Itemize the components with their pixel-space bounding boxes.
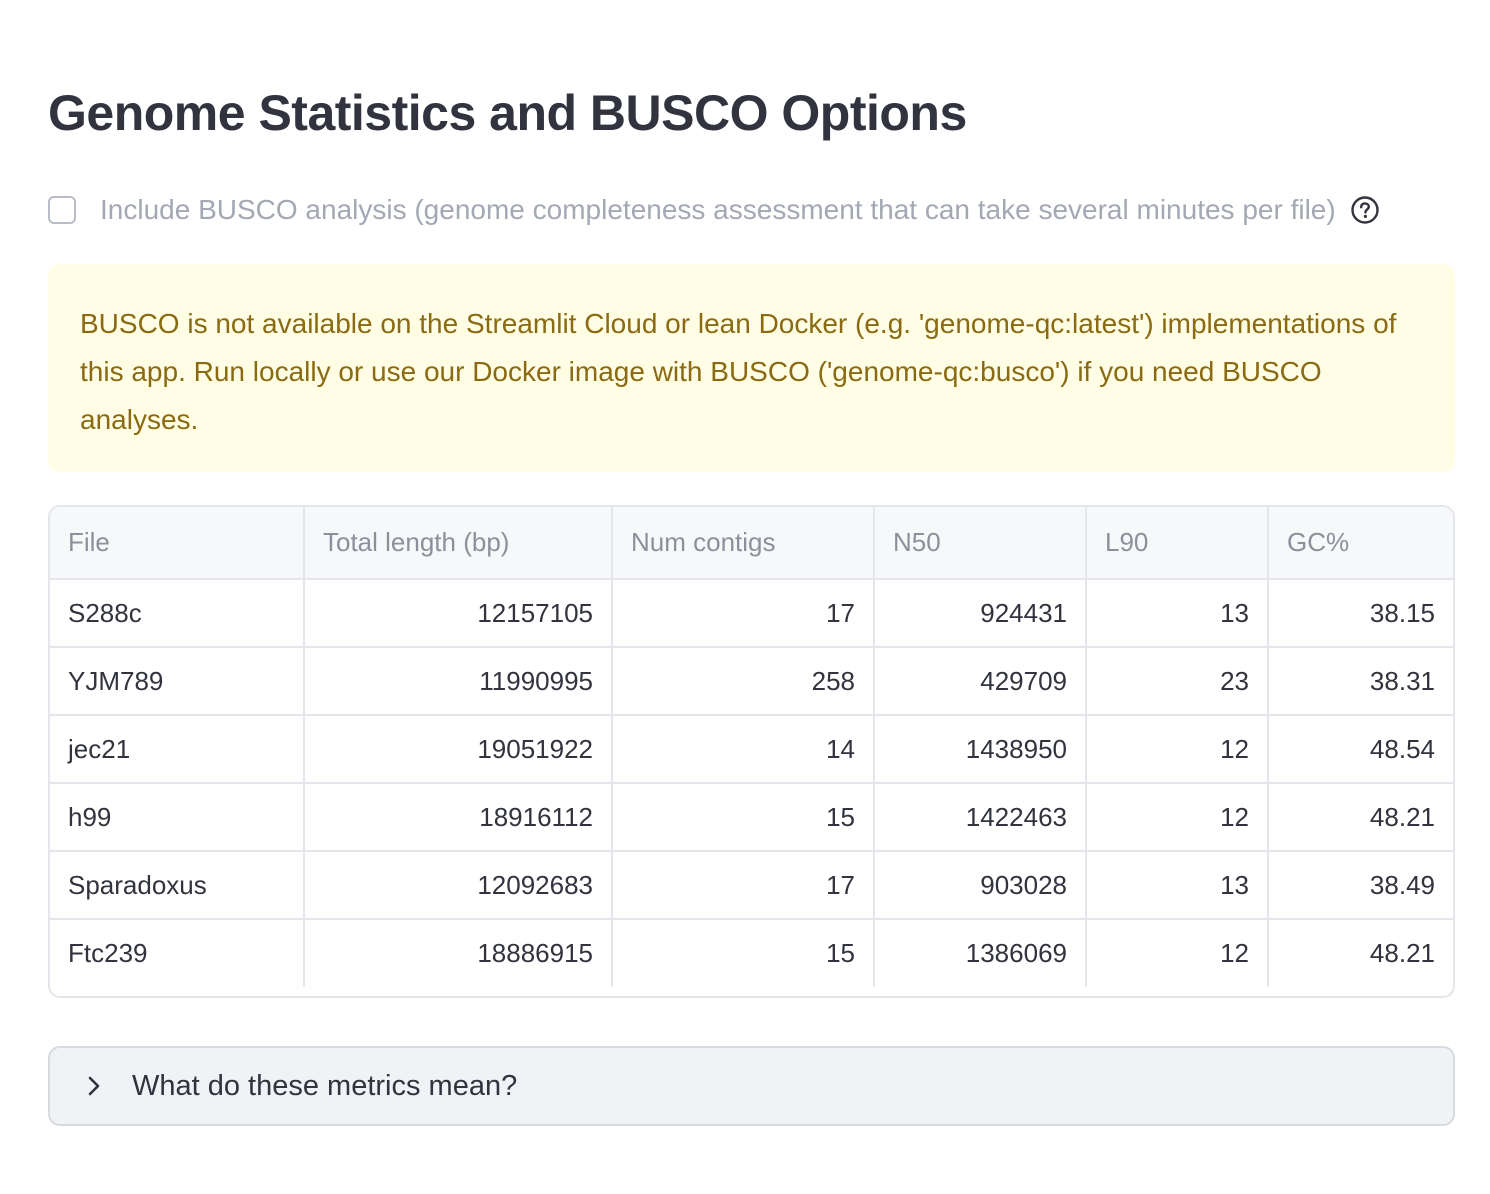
column-header-file[interactable]: File — [50, 507, 305, 580]
cell-gc[interactable]: 38.49 — [1268, 851, 1453, 920]
table-row: Ftc239 18886915 15 1386069 12 48.21 — [50, 919, 1453, 987]
cell-l90[interactable]: 12 — [1086, 715, 1269, 784]
busco-checkbox-label[interactable]: Include BUSCO analysis (genome completen… — [100, 194, 1336, 226]
cell-gc[interactable]: 48.21 — [1268, 919, 1453, 987]
cell-n50[interactable]: 903028 — [874, 851, 1087, 920]
cell-num-contigs[interactable]: 15 — [612, 919, 875, 987]
question-circle-icon[interactable] — [1350, 195, 1380, 225]
cell-l90[interactable]: 23 — [1086, 647, 1269, 716]
cell-file[interactable]: S288c — [50, 579, 305, 648]
busco-checkbox-row[interactable]: Include BUSCO analysis (genome completen… — [48, 188, 1380, 232]
table-row: S288c 12157105 17 924431 13 38.15 — [50, 579, 1453, 648]
cell-file[interactable]: Sparadoxus — [50, 851, 305, 920]
cell-n50[interactable]: 1386069 — [874, 919, 1087, 987]
page-title: Genome Statistics and BUSCO Options — [48, 85, 967, 141]
cell-file[interactable]: YJM789 — [50, 647, 305, 716]
cell-total-length[interactable]: 12157105 — [304, 579, 613, 648]
busco-warning-alert: BUSCO is not available on the Streamlit … — [48, 264, 1455, 472]
cell-gc[interactable]: 48.21 — [1268, 783, 1453, 852]
table-row: h99 18916112 15 1422463 12 48.21 — [50, 783, 1453, 852]
cell-num-contigs[interactable]: 15 — [612, 783, 875, 852]
metrics-help-expander[interactable]: What do these metrics mean? — [48, 1046, 1455, 1126]
chevron-right-icon — [84, 1074, 104, 1098]
cell-gc[interactable]: 48.54 — [1268, 715, 1453, 784]
expander-label: What do these metrics mean? — [132, 1069, 518, 1102]
table-row: Sparadoxus 12092683 17 903028 13 38.49 — [50, 851, 1453, 920]
cell-num-contigs[interactable]: 258 — [612, 647, 875, 716]
cell-num-contigs[interactable]: 14 — [612, 715, 875, 784]
cell-n50[interactable]: 924431 — [874, 579, 1087, 648]
column-header-l90[interactable]: L90 — [1086, 507, 1269, 580]
cell-total-length[interactable]: 11990995 — [304, 647, 613, 716]
column-header-total-length[interactable]: Total length (bp) — [304, 507, 613, 580]
genome-stats-table[interactable]: File Total length (bp) Num contigs N50 L… — [48, 505, 1455, 998]
cell-l90[interactable]: 12 — [1086, 783, 1269, 852]
cell-total-length[interactable]: 19051922 — [304, 715, 613, 784]
column-header-gc[interactable]: GC% — [1268, 507, 1453, 580]
cell-n50[interactable]: 429709 — [874, 647, 1087, 716]
cell-n50[interactable]: 1422463 — [874, 783, 1087, 852]
column-header-num-contigs[interactable]: Num contigs — [612, 507, 875, 580]
cell-gc[interactable]: 38.15 — [1268, 579, 1453, 648]
cell-total-length[interactable]: 12092683 — [304, 851, 613, 920]
busco-checkbox[interactable] — [48, 196, 76, 224]
cell-gc[interactable]: 38.31 — [1268, 647, 1453, 716]
column-header-n50[interactable]: N50 — [874, 507, 1087, 580]
table-row: jec21 19051922 14 1438950 12 48.54 — [50, 715, 1453, 784]
cell-l90[interactable]: 12 — [1086, 919, 1269, 987]
cell-l90[interactable]: 13 — [1086, 579, 1269, 648]
cell-total-length[interactable]: 18916112 — [304, 783, 613, 852]
cell-file[interactable]: h99 — [50, 783, 305, 852]
cell-n50[interactable]: 1438950 — [874, 715, 1087, 784]
cell-total-length[interactable]: 18886915 — [304, 919, 613, 987]
cell-num-contigs[interactable]: 17 — [612, 851, 875, 920]
cell-num-contigs[interactable]: 17 — [612, 579, 875, 648]
cell-l90[interactable]: 13 — [1086, 851, 1269, 920]
cell-file[interactable]: jec21 — [50, 715, 305, 784]
table-row: YJM789 11990995 258 429709 23 38.31 — [50, 647, 1453, 716]
cell-file[interactable]: Ftc239 — [50, 919, 305, 987]
table-header-row: File Total length (bp) Num contigs N50 L… — [50, 507, 1453, 580]
